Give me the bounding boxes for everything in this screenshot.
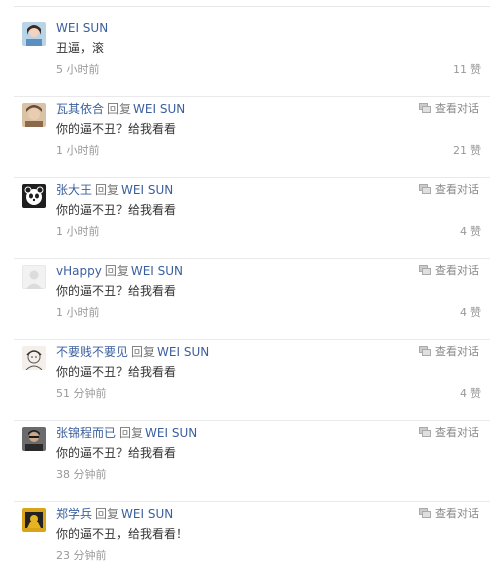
comment-text: 你的逼不丑？给我看看 [56,284,177,298]
view-conversation-label: 查看对话 [435,264,479,277]
like-label: 赞 [470,144,481,157]
like-label: 赞 [470,306,481,319]
comment-time: 1 小时前 [56,225,100,238]
view-conversation-button[interactable]: 查看对话 [419,426,479,440]
view-conversation-button[interactable]: 查看对话 [419,183,479,197]
comment-text: 丑逼，滚 [56,41,105,55]
reply-label: 回复 [95,183,120,197]
conversation-icon [419,508,431,518]
like-count: 4 [460,306,467,319]
like-count: 11 [453,63,467,76]
avatar[interactable] [22,103,46,127]
username-link[interactable]: WEI SUN [56,21,108,35]
view-conversation-button[interactable]: 查看对话 [419,264,479,278]
like-label: 赞 [470,63,481,76]
like-count: 4 [460,225,467,238]
comment-time: 1 小时前 [56,144,100,157]
user-avatar-icon [22,508,46,532]
like-count: 4 [460,387,467,400]
comment-header: 张大王 回复 WEI SUN [56,182,173,198]
comment-item: 张大王 回复 WEI SUN 你的逼不丑？给我看看 1 小时前 查看对话 4赞 [0,178,493,259]
view-conversation-label: 查看对话 [435,183,479,196]
conversation-icon [419,265,431,275]
username-link[interactable]: 张大王 [56,183,92,197]
username-link[interactable]: 郑学兵 [56,507,92,521]
view-conversation-button[interactable]: 查看对话 [419,345,479,359]
like-button[interactable]: 21 赞 [453,144,481,158]
comment-time: 23 分钟前 [56,549,107,562]
reply-target-link[interactable]: WEI SUN [145,426,197,440]
like-label: 赞 [470,225,481,238]
comment-text: 你的逼不丑？给我看看 [56,446,177,460]
reply-target-link[interactable]: WEI SUN [121,183,173,197]
comment-time: 51 分钟前 [56,387,107,400]
username-link[interactable]: 张锦程而已 [56,426,116,440]
default-avatar-icon [22,265,46,289]
comment-header: vHappy 回复 WEI SUN [56,263,183,279]
comment-item: 瓦其依合 回复 WEI SUN 你的逼不丑？给我看看 1 小时前 查看对话 21 赞 [0,97,493,178]
reply-target-link[interactable]: WEI SUN [121,507,173,521]
reply-target-link[interactable]: WEI SUN [133,102,185,116]
conversation-icon [419,103,431,113]
conversation-icon [419,184,431,194]
comment-header: 瓦其依合 回复 WEI SUN [56,101,185,117]
reply-target-link[interactable]: WEI SUN [157,345,209,359]
comment-text: 你的逼不丑？给我看看 [56,365,177,379]
reply-label: 回复 [131,345,156,359]
comment-time: 1 小时前 [56,306,100,319]
comment-item: 郑学兵 回复 WEI SUN 你的逼不丑，给我看看！ 23 分钟前 查看对话 [0,502,493,576]
username-link[interactable]: 不要贱不要见 [56,345,128,359]
avatar[interactable] [22,508,46,532]
comment-header: WEI SUN [56,20,108,36]
comment-header: 不要贱不要见 回复 WEI SUN [56,344,209,360]
reply-label: 回复 [95,507,120,521]
view-conversation-label: 查看对话 [435,102,479,115]
reply-target-link[interactable]: WEI SUN [131,264,183,278]
avatar[interactable] [22,22,46,46]
comment-item: 张锦程而已 回复 WEI SUN 你的逼不丑？给我看看 38 分钟前 查看对话 [0,421,493,502]
comment-time: 5 小时前 [56,63,100,76]
view-conversation-label: 查看对话 [435,507,479,520]
comment-header: 郑学兵 回复 WEI SUN [56,506,173,522]
conversation-icon [419,427,431,437]
conversation-icon [419,346,431,356]
view-conversation-button[interactable]: 查看对话 [419,507,479,521]
comment-item: WEI SUN 丑逼，滚 5 小时前 11 赞 [0,16,493,97]
comment-item: 不要贱不要见 回复 WEI SUN 你的逼不丑？给我看看 51 分钟前 查看对话 4… [0,340,493,421]
view-conversation-button[interactable]: 查看对话 [419,102,479,116]
like-button[interactable]: 11 赞 [453,63,481,77]
view-conversation-label: 查看对话 [435,426,479,439]
like-button[interactable]: 4赞 [460,225,481,239]
panda-avatar-icon [22,184,46,208]
user-avatar-icon [22,427,46,451]
user-avatar-icon [22,103,46,127]
view-conversation-label: 查看对话 [435,345,479,358]
like-button[interactable]: 4赞 [460,387,481,401]
avatar[interactable] [22,184,46,208]
top-divider [14,6,490,7]
user-avatar-icon [22,22,46,46]
comment-text: 你的逼不丑，给我看看！ [56,527,189,541]
avatar[interactable] [22,427,46,451]
like-label: 赞 [470,387,481,400]
username-link[interactable]: vHappy [56,264,102,278]
comment-text: 你的逼不丑？给我看看 [56,122,177,136]
comment-header: 张锦程而已 回复 WEI SUN [56,425,197,441]
avatar[interactable] [22,265,46,289]
reply-label: 回复 [104,264,129,278]
comment-text: 你的逼不丑？给我看看 [56,203,177,217]
username-link[interactable]: 瓦其依合 [56,102,104,116]
like-count: 21 [453,144,467,157]
reply-label: 回复 [119,426,144,440]
like-button[interactable]: 4赞 [460,306,481,320]
avatar[interactable] [22,346,46,370]
comment-item: vHappy 回复 WEI SUN 你的逼不丑？给我看看 1 小时前 查看对话 4赞 [0,259,493,340]
sketch-avatar-icon [22,346,46,370]
comment-time: 38 分钟前 [56,468,107,481]
reply-label: 回复 [107,102,132,116]
